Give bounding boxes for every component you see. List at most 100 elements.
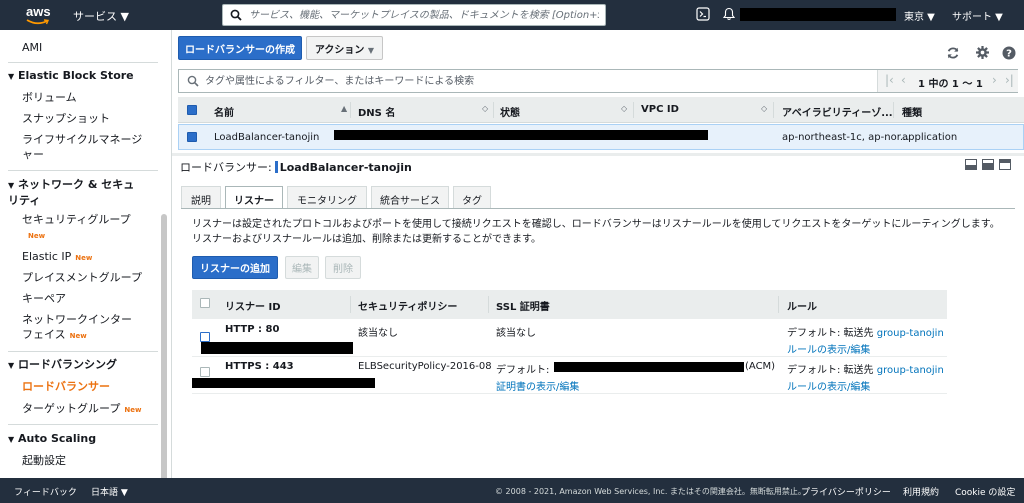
previous-page-icon[interactable]: ‹ xyxy=(901,73,906,87)
detail-title: ロードバランサー: LoadBalancer-tanojin xyxy=(180,161,412,174)
listeners-table-header: リスナー ID セキュリティポリシー SSL 証明書 ルール xyxy=(192,290,947,319)
listener-row-http[interactable]: HTTP : 80 該当なし 該当なし デフォルト: 転送先 group-tan… xyxy=(192,320,947,357)
panel-splitter[interactable] xyxy=(172,153,1024,156)
view-edit-rules-link[interactable]: ルールの表示/編集 xyxy=(787,378,870,393)
listener-checkbox[interactable] xyxy=(200,367,210,377)
bell-icon[interactable] xyxy=(722,7,736,21)
add-listener-button[interactable]: リスナーの追加 xyxy=(192,256,278,279)
new-badge: New xyxy=(28,232,46,240)
refresh-icon[interactable] xyxy=(946,46,960,60)
aws-logo[interactable]: aws xyxy=(24,3,54,27)
sidebar-item-network-interfaces[interactable]: ネットワークインターフェイス New xyxy=(22,312,142,344)
column-header-vpc[interactable]: VPC ID xyxy=(641,104,679,115)
caret-down-icon: ▼ xyxy=(8,435,15,444)
sidebar: AMI ▼ Elastic Block Store ボリューム スナップショット … xyxy=(0,30,172,478)
target-group-link[interactable]: group-tanojin xyxy=(877,365,944,376)
last-page-icon[interactable]: ›| xyxy=(1005,73,1014,87)
sidebar-item-load-balancers[interactable]: ロードバランサー xyxy=(22,379,152,394)
column-header-state[interactable]: 状態 xyxy=(500,104,520,119)
delete-button[interactable]: 削除 xyxy=(325,256,361,279)
column-header-security-policy: セキュリティポリシー xyxy=(358,302,458,313)
sort-icon[interactable]: ◇ xyxy=(621,104,627,113)
create-load-balancer-button[interactable]: ロードバランサーの作成 xyxy=(178,36,302,60)
sidebar-divider xyxy=(8,351,158,352)
search-icon xyxy=(187,75,199,87)
target-group-link[interactable]: group-tanojin xyxy=(877,328,944,339)
detail-lb-name: LoadBalancer-tanojin xyxy=(279,161,412,174)
select-all-checkbox[interactable] xyxy=(187,105,197,115)
lb-table-header: 名前 ▲ DNS 名 ◇ 状態 ◇ VPC ID ◇ アベイラビリティーゾ...… xyxy=(178,97,1024,123)
sidebar-item-security-groups[interactable]: セキュリティグループ New xyxy=(22,212,152,244)
sidebar-item-key-pairs[interactable]: キーペア xyxy=(22,291,152,306)
tab-tags[interactable]: タグ xyxy=(453,186,491,208)
view-full-icon[interactable] xyxy=(999,159,1011,170)
feedback-link[interactable]: フィードバック xyxy=(14,485,77,498)
view-bottom-icon[interactable] xyxy=(965,159,977,170)
sidebar-item-lifecycle[interactable]: ライフサイクルマネージャー xyxy=(22,132,152,162)
column-divider xyxy=(350,102,351,118)
sort-icon[interactable]: ◇ xyxy=(761,104,767,113)
sidebar-item-placement-groups[interactable]: プレイスメントグループ xyxy=(22,270,152,285)
support-menu[interactable]: サポート ▼ xyxy=(952,8,1003,23)
new-badge: New xyxy=(75,254,93,262)
tab-monitoring[interactable]: モニタリング xyxy=(287,186,367,208)
column-header-name[interactable]: 名前 xyxy=(214,104,234,119)
sidebar-item-volumes[interactable]: ボリューム xyxy=(22,90,152,105)
column-header-az[interactable]: アベイラビリティーゾ... xyxy=(782,104,893,119)
view-edit-rules-link[interactable]: ルールの表示/編集 xyxy=(787,341,870,356)
sidebar-section-auto-scaling[interactable]: ▼ Auto Scaling xyxy=(8,431,158,447)
column-header-listener-id: リスナー ID xyxy=(225,302,281,313)
tab-listeners[interactable]: リスナー xyxy=(225,186,283,209)
region-selector[interactable]: 東京 ▼ xyxy=(904,8,935,23)
tab-description[interactable]: 説明 xyxy=(181,186,221,208)
global-search[interactable] xyxy=(222,4,606,26)
filter-input[interactable] xyxy=(205,74,865,88)
redacted-listener-arn xyxy=(201,342,353,354)
sidebar-item-elastic-ip[interactable]: Elastic IP New xyxy=(22,249,152,266)
lb-az-cell: ap-northeast-1c, ap-nor... xyxy=(782,132,910,143)
row-checkbox[interactable] xyxy=(187,132,197,142)
gear-icon[interactable] xyxy=(976,46,989,59)
tab-underline xyxy=(181,208,1015,209)
tab-integrated-services[interactable]: 統合サービス xyxy=(371,186,449,208)
listener-default-rule: デフォルト: 転送先 group-tanojin xyxy=(787,328,944,339)
lb-table-row[interactable]: LoadBalancer-tanojin ap-northeast-1c, ap… xyxy=(178,124,1024,150)
sidebar-section-load-balancing[interactable]: ▼ ロードバランシング xyxy=(8,357,158,373)
cloudshell-icon[interactable] xyxy=(696,7,710,21)
view-split-icon[interactable] xyxy=(982,159,994,170)
column-divider xyxy=(893,102,894,118)
sidebar-section-ebs[interactable]: ▼ Elastic Block Store xyxy=(8,68,158,84)
column-divider xyxy=(773,102,774,118)
redacted-dns-vpc xyxy=(334,130,708,140)
sidebar-item-snapshots[interactable]: スナップショット xyxy=(22,111,152,126)
sidebar-item-target-groups[interactable]: ターゲットグループ New xyxy=(22,401,152,418)
sidebar-divider xyxy=(8,62,158,63)
top-navigation: aws サービス ▼ 東京 ▼ サポート ▼ xyxy=(0,0,1024,30)
actions-button[interactable]: アクション ▼ xyxy=(306,36,383,60)
listener-row-https[interactable]: HTTPS : 443 ELBSecurityPolicy-2016-08 デフ… xyxy=(192,357,947,394)
sort-icon[interactable]: ◇ xyxy=(482,104,488,113)
language-selector[interactable]: 日本語 ▼ xyxy=(91,485,128,498)
sidebar-section-network[interactable]: ▼ ネットワーク & セキュリティ xyxy=(8,177,138,208)
column-header-type[interactable]: 種類 xyxy=(902,104,922,119)
listener-id: HTTPS : 443 xyxy=(225,361,294,372)
first-page-icon[interactable]: |‹ xyxy=(885,73,894,87)
sidebar-item-ami[interactable]: AMI xyxy=(22,40,152,55)
sort-asc-icon[interactable]: ▲ xyxy=(341,104,347,113)
global-search-input[interactable] xyxy=(249,8,599,23)
edit-button[interactable]: 編集 xyxy=(285,256,319,279)
cookie-settings-link[interactable]: Cookie の設定 xyxy=(955,485,1015,498)
sidebar-scrollbar[interactable] xyxy=(161,214,167,478)
sidebar-divider xyxy=(8,424,158,425)
view-edit-certificate-link[interactable]: 証明書の表示/編集 xyxy=(496,378,579,393)
listener-checkbox[interactable] xyxy=(200,332,210,342)
certificate-source: (ACM) xyxy=(745,361,776,372)
select-all-listeners-checkbox[interactable] xyxy=(200,298,210,308)
terms-link[interactable]: 利用規約 xyxy=(903,485,939,498)
next-page-icon[interactable]: › xyxy=(992,73,997,87)
services-menu[interactable]: サービス ▼ xyxy=(73,8,129,24)
privacy-link[interactable]: プライバシーポリシー xyxy=(801,485,891,498)
help-icon[interactable]: ? xyxy=(1002,46,1016,60)
sidebar-item-launch-configurations[interactable]: 起動設定 xyxy=(22,453,152,468)
column-header-dns[interactable]: DNS 名 xyxy=(358,104,395,119)
